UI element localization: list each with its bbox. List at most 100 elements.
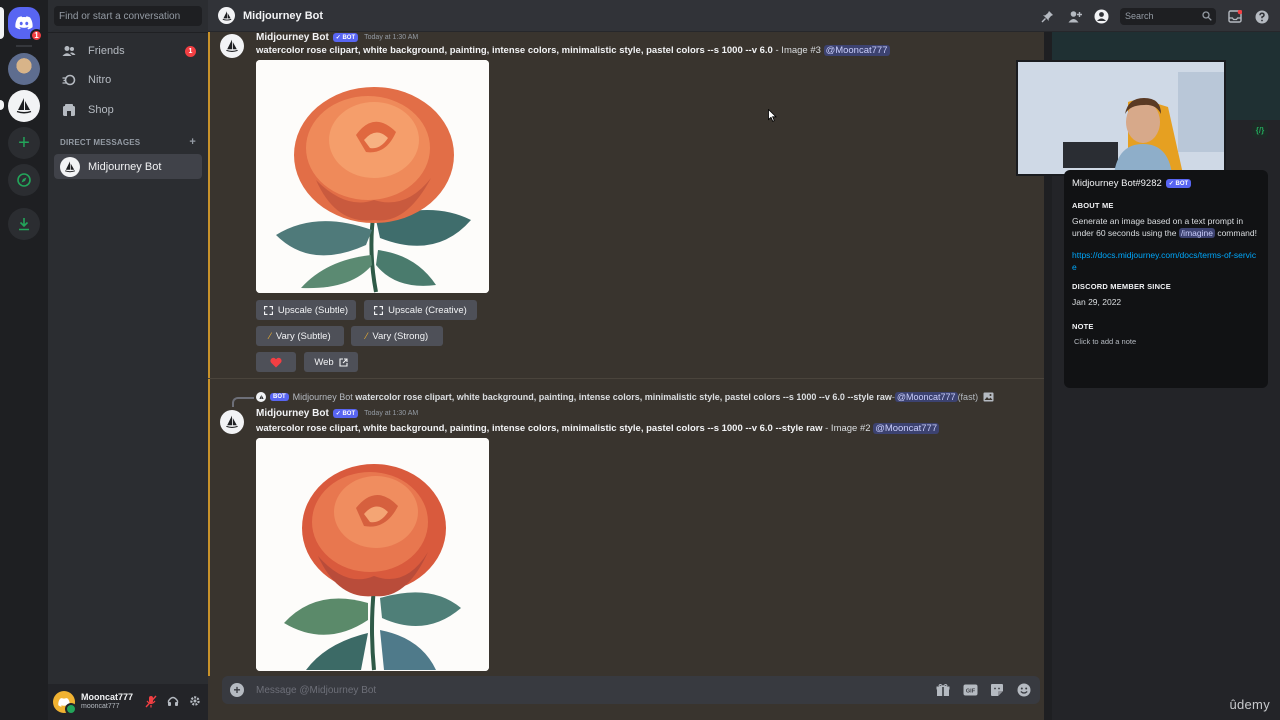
profile-name: Midjourney Bot#9282 (1072, 178, 1162, 189)
deafen-button[interactable] (166, 694, 180, 708)
add-server-button[interactable]: + (8, 127, 40, 159)
add-friend-button[interactable] (1066, 8, 1083, 25)
message-composer[interactable]: + Message @Midjourney Bot GIF (222, 676, 1040, 704)
bot-tag: ✓ BOT (332, 409, 359, 418)
sidebar-item-shop[interactable]: Shop (54, 97, 202, 123)
headphones-icon (167, 696, 179, 706)
profile-card: Midjourney Bot#9282 ✓ BOT ABOUT ME Gener… (1064, 170, 1268, 388)
button-label: Upscale (Subtle) (277, 304, 349, 316)
server-avatar-midjourney[interactable] (8, 90, 40, 122)
image-index: - Image #2 (822, 423, 874, 434)
sailboat-icon (226, 39, 238, 52)
explore-button[interactable] (8, 164, 40, 196)
reply-preview[interactable]: BOT Midjourney Bot watercolor rose clipa… (256, 392, 994, 402)
vary-strong-button[interactable]: ⁄ Vary (Strong) (351, 326, 443, 346)
terms-link[interactable]: https://docs.midjourney.com/docs/terms-o… (1072, 249, 1260, 273)
sailboat-icon (16, 98, 32, 114)
heart-icon (270, 357, 282, 367)
upscale-creative-button[interactable]: Upscale (Creative) (364, 300, 477, 320)
message-input[interactable]: Message @Midjourney Bot (256, 685, 376, 696)
json-badge-icon[interactable]: {/} (1252, 122, 1268, 138)
sailboat-icon (64, 160, 76, 172)
imagine-command[interactable]: /imagine (1178, 228, 1215, 238)
web-link-button[interactable]: Web (304, 352, 358, 372)
home-button[interactable]: 1 (8, 7, 43, 42)
discord-logo-icon (15, 16, 33, 30)
add-friend-icon (1068, 11, 1082, 23)
reply-avatar (256, 392, 266, 402)
user-mention[interactable]: @Mooncat777 (823, 45, 890, 56)
user-panel: Mooncat777 mooncat777 (48, 684, 208, 720)
upscale-subtle-button[interactable]: Upscale (Subtle) (256, 300, 356, 320)
message-timestamp: Today at 1:30 AM (364, 34, 419, 41)
discord-app: 1 + Find or start a conversation Friends… (0, 0, 1280, 720)
gif-icon: GIF (963, 684, 977, 696)
server-avatar-1[interactable] (8, 53, 40, 85)
direct-messages-label: DIRECT MESSAGES (60, 138, 141, 147)
help-button[interactable] (1253, 8, 1270, 25)
sailboat-icon (226, 415, 238, 428)
favorite-button[interactable] (256, 352, 296, 372)
prompt-text: watercolor rose clipart, white backgroun… (256, 423, 823, 434)
mute-button[interactable] (144, 694, 158, 708)
pinned-messages-button[interactable] (1039, 8, 1056, 25)
user-controls (144, 694, 202, 708)
message-prompt: watercolor rose clipart, white backgroun… (256, 423, 940, 434)
download-apps-button[interactable] (8, 208, 40, 240)
message-prompt: watercolor rose clipart, white backgroun… (256, 45, 890, 56)
search-icon (1202, 11, 1212, 23)
rose-image (256, 60, 489, 293)
user-mention[interactable]: @Mooncat777 (894, 392, 958, 402)
shop-icon (62, 103, 76, 117)
member-since-header: DISCORD MEMBER SINCE (1072, 282, 1172, 291)
unread-pill (0, 100, 4, 110)
message-author[interactable]: Midjourney Bot (256, 408, 329, 419)
udemy-watermark: ûdemy (1229, 697, 1270, 712)
reply-prompt: watercolor rose clipart, white backgroun… (355, 392, 892, 402)
user-mention[interactable]: @Mooncat777 (873, 423, 940, 434)
download-icon (19, 218, 29, 231)
vary-subtle-button[interactable]: ⁄ Vary (Subtle) (256, 326, 344, 346)
webcam-overlay (1016, 60, 1226, 176)
profile-toggle-icon (1094, 9, 1109, 24)
dm-sidebar: Find or start a conversation Friends 1 N… (48, 0, 208, 720)
inbox-button[interactable] (1226, 8, 1243, 25)
sticker-button[interactable] (989, 682, 1005, 698)
button-label: Web (314, 356, 334, 368)
webcam-person (1018, 62, 1224, 174)
friends-badge: 1 (185, 46, 196, 57)
gif-button[interactable]: GIF (962, 682, 978, 698)
note-header: NOTE (1072, 322, 1094, 331)
sidebar-item-nitro[interactable]: Nitro (54, 67, 202, 93)
user-tag: mooncat777 (81, 703, 120, 710)
about-me-post: command! (1214, 228, 1257, 238)
dm-item-midjourney-bot[interactable]: Midjourney Bot (54, 154, 202, 179)
message-header: Midjourney Bot ✓ BOT Today at 1:30 AM (256, 32, 418, 43)
generated-image[interactable] (256, 60, 489, 293)
search-input[interactable]: Search (1120, 8, 1216, 25)
chat-title-text: Midjourney Bot (243, 9, 324, 22)
compass-icon (17, 173, 31, 187)
attach-button[interactable]: + (230, 683, 244, 697)
find-conversation-input[interactable]: Find or start a conversation (54, 6, 202, 26)
emoji-icon (1017, 683, 1031, 697)
composer-tools: GIF (935, 682, 1032, 698)
emoji-button[interactable] (1016, 682, 1032, 698)
about-me-section: ABOUT ME Generate an image based on a te… (1072, 201, 1260, 273)
user-profile-toggle[interactable] (1093, 8, 1110, 25)
user-name-block[interactable]: Mooncat777 mooncat777 (81, 692, 133, 712)
sidebar-item-friends[interactable]: Friends 1 (54, 38, 202, 64)
settings-button[interactable] (188, 694, 202, 708)
create-dm-button[interactable]: + (189, 137, 196, 148)
user-display-name: Mooncat777 (81, 692, 134, 702)
message-header: Midjourney Bot ✓ BOT Today at 1:30 AM (256, 408, 418, 419)
message-avatar[interactable] (220, 34, 244, 58)
unread-accent-bar (208, 32, 210, 676)
user-avatar[interactable] (53, 691, 77, 715)
message-author[interactable]: Midjourney Bot (256, 32, 329, 43)
avatar (218, 7, 235, 24)
generated-image[interactable] (256, 438, 489, 671)
message-avatar[interactable] (220, 410, 244, 434)
gift-button[interactable] (935, 682, 951, 698)
note-input[interactable]: Click to add a note (1072, 337, 1260, 346)
